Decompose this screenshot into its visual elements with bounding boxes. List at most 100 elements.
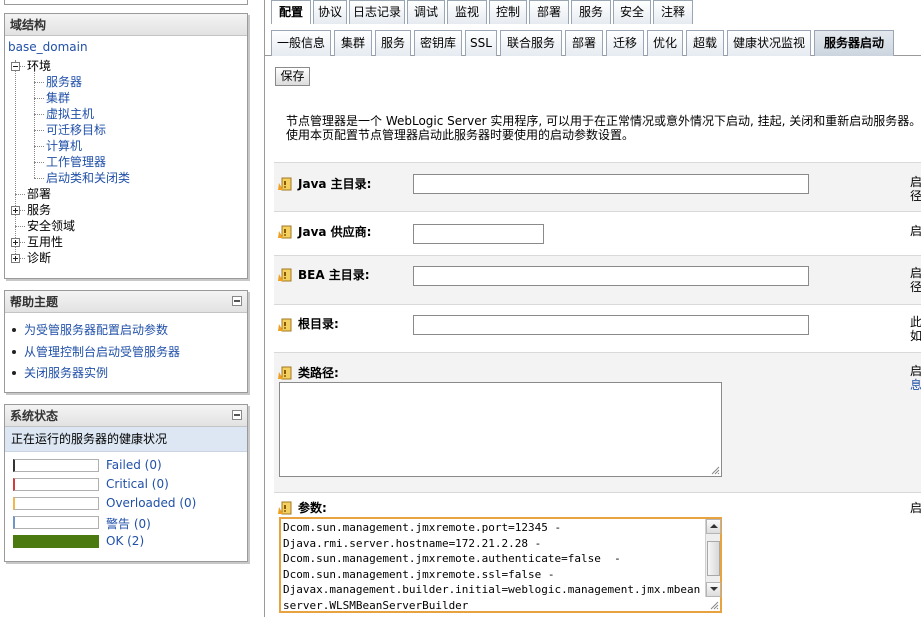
lock-warning-icon [278, 318, 292, 332]
tab-secondary[interactable]: 优化 [647, 30, 683, 56]
health-label[interactable]: 警告 (0) [106, 515, 151, 532]
expand-icon[interactable] [11, 238, 20, 247]
tree-node[interactable]: 部署 [27, 186, 51, 202]
health-label[interactable]: OK (2) [106, 534, 144, 548]
java-home-input[interactable] [413, 174, 809, 194]
server-health-row: Failed (0) [5, 456, 247, 475]
tab-secondary[interactable]: 联合服务 [500, 30, 562, 56]
java-home-help: 启径 [910, 175, 921, 203]
server-health-row: OK (2) [5, 532, 247, 551]
tab-primary[interactable]: 服务 [571, 0, 611, 24]
classpath-textarea[interactable] [279, 382, 722, 477]
java-vendor-label: Java 供应商: [298, 225, 372, 239]
arguments-value: Dcom.sun.management.jmxremote.port=12345… [283, 521, 701, 612]
scroll-thumb[interactable] [707, 541, 720, 576]
resize-grip-icon[interactable] [711, 466, 720, 475]
classpath-label: 类路径: [298, 366, 339, 380]
tab-primary[interactable]: 注释 [653, 0, 693, 24]
expand-icon[interactable] [11, 206, 20, 215]
tab-secondary[interactable]: 部署 [565, 30, 603, 56]
tree-root-base-domain[interactable]: base_domain [8, 40, 88, 54]
arguments-textarea[interactable]: Dcom.sun.management.jmxremote.port=12345… [279, 517, 722, 613]
root-dir-input[interactable] [413, 315, 809, 335]
health-label[interactable]: Critical (0) [106, 477, 169, 491]
tab-primary[interactable]: 部署 [529, 0, 569, 24]
lock-warning-icon [278, 501, 292, 515]
server-health-rows: Failed (0) Critical (0) Overloaded (0) 警告 (… [5, 452, 247, 551]
tab-secondary[interactable]: 超载 [686, 30, 724, 56]
arguments-label: 参数: [298, 501, 327, 515]
tree-node[interactable]: 工作管理器 [46, 154, 106, 170]
health-label[interactable]: Failed (0) [106, 458, 162, 472]
scroll-up-button[interactable] [706, 519, 721, 534]
java-vendor-input[interactable] [413, 224, 544, 244]
help-topic-link[interactable]: 关闭服务器实例 [24, 366, 108, 380]
page-description: 节点管理器是一个 WebLogic Server 实用程序, 可以用于在正常情况… [286, 114, 921, 142]
collapse-icon[interactable] [11, 62, 20, 71]
field-row-arguments: 参数: Dcom.sun.management.jmxremote.port=1… [274, 492, 921, 617]
tree-guide [34, 98, 44, 99]
top-panel-stub [4, 0, 248, 5]
field-row-classpath: 类路径: 启息 [274, 352, 921, 492]
tree-node[interactable]: 环境 [27, 58, 51, 74]
tree-guide [34, 146, 44, 147]
tree-guide [34, 178, 44, 179]
tab-secondary[interactable]: 迁移 [606, 30, 644, 56]
main-content: 配置 协议 日志记录 调试 监视 控制 部署 服务 安全 注释 一般信息 集群 服务 密钥库 SSL 联合服… [264, 0, 921, 617]
resize-grip-icon[interactable] [710, 601, 719, 610]
help-topic-link[interactable]: 为受管服务器配置启动参数 [24, 323, 168, 337]
bea-home-input[interactable] [413, 266, 809, 286]
help-topic-link[interactable]: 从管理控制台启动受管服务器 [24, 345, 180, 359]
tree-node[interactable]: 诊断 [27, 250, 51, 266]
tab-secondary[interactable]: 健康状况监视 [727, 30, 811, 56]
tree-node[interactable]: 可迁移目标 [46, 122, 106, 138]
tree-node[interactable]: 启动类和关闭类 [46, 170, 130, 186]
help-topic-item: 关闭服务器实例 [9, 364, 247, 386]
tab-secondary[interactable]: 服务 [375, 30, 411, 56]
tree-guide [34, 162, 44, 163]
tab-secondary[interactable]: 集群 [334, 30, 372, 56]
tab-secondary[interactable]: 密钥库 [414, 30, 462, 56]
bea-home-help: 启径 [910, 266, 921, 294]
lock-warning-icon [278, 225, 292, 239]
tab-secondary[interactable]: 服务器启动 [814, 30, 894, 56]
tree-node[interactable]: 服务 [27, 202, 51, 218]
help-topics-panel: 帮助主题 为受管服务器配置启动参数 从管理控制台启动受管服务器 关闭服务器实例 [4, 290, 248, 393]
system-status-panel: 系统状态 正在运行的服务器的健康状况 Failed (0) Critical (0… [4, 404, 248, 562]
collapse-icon[interactable] [232, 296, 242, 306]
save-button[interactable]: 保存 [275, 67, 310, 86]
lock-warning-icon [278, 268, 292, 282]
tab-secondary[interactable]: SSL [465, 30, 497, 56]
collapse-icon[interactable] [232, 410, 242, 420]
tree-node[interactable]: 互用性 [27, 234, 63, 250]
help-topics-list: 为受管服务器配置启动参数 从管理控制台启动受管服务器 关闭服务器实例 [5, 313, 247, 386]
tab-primary[interactable]: 配置 [271, 0, 311, 24]
tab-secondary[interactable]: 一般信息 [271, 30, 331, 56]
tree-guide [34, 130, 44, 131]
tree-node[interactable]: 安全领域 [27, 218, 75, 234]
lock-warning-icon [278, 366, 292, 380]
classpath-help-link[interactable]: 息 [910, 378, 921, 392]
scroll-down-button[interactable] [706, 582, 721, 597]
expand-icon[interactable] [11, 254, 20, 263]
field-row-bea-home: BEA 主目录: 启径 [274, 255, 921, 304]
tab-primary[interactable]: 控制 [489, 0, 527, 24]
tree-node[interactable]: 计算机 [46, 138, 82, 154]
tab-primary[interactable]: 调试 [407, 0, 445, 24]
root-dir-help: 此如 [910, 315, 921, 343]
arrow-down-icon [710, 587, 718, 591]
health-bar [13, 535, 99, 548]
tab-primary[interactable]: 协议 [313, 0, 347, 24]
field-row-root-dir: 根目录: 此如 [274, 304, 921, 352]
tab-primary[interactable]: 监视 [447, 0, 487, 24]
tab-primary[interactable]: 安全 [613, 0, 651, 24]
field-row-java-home: Java 主目录: 启径 [274, 162, 921, 211]
tree-node[interactable]: 虚拟主机 [46, 106, 94, 122]
health-label[interactable]: Overloaded (0) [106, 496, 196, 510]
arguments-scrollbar[interactable] [705, 519, 721, 597]
domain-structure-title: 域结构 [5, 14, 247, 36]
primary-tabbar: 配置 协议 日志记录 调试 监视 控制 部署 服务 安全 注释 [265, 0, 921, 24]
tab-primary[interactable]: 日志记录 [349, 0, 405, 24]
tree-node[interactable]: 服务器 [46, 74, 82, 90]
tree-node[interactable]: 集群 [46, 90, 70, 106]
